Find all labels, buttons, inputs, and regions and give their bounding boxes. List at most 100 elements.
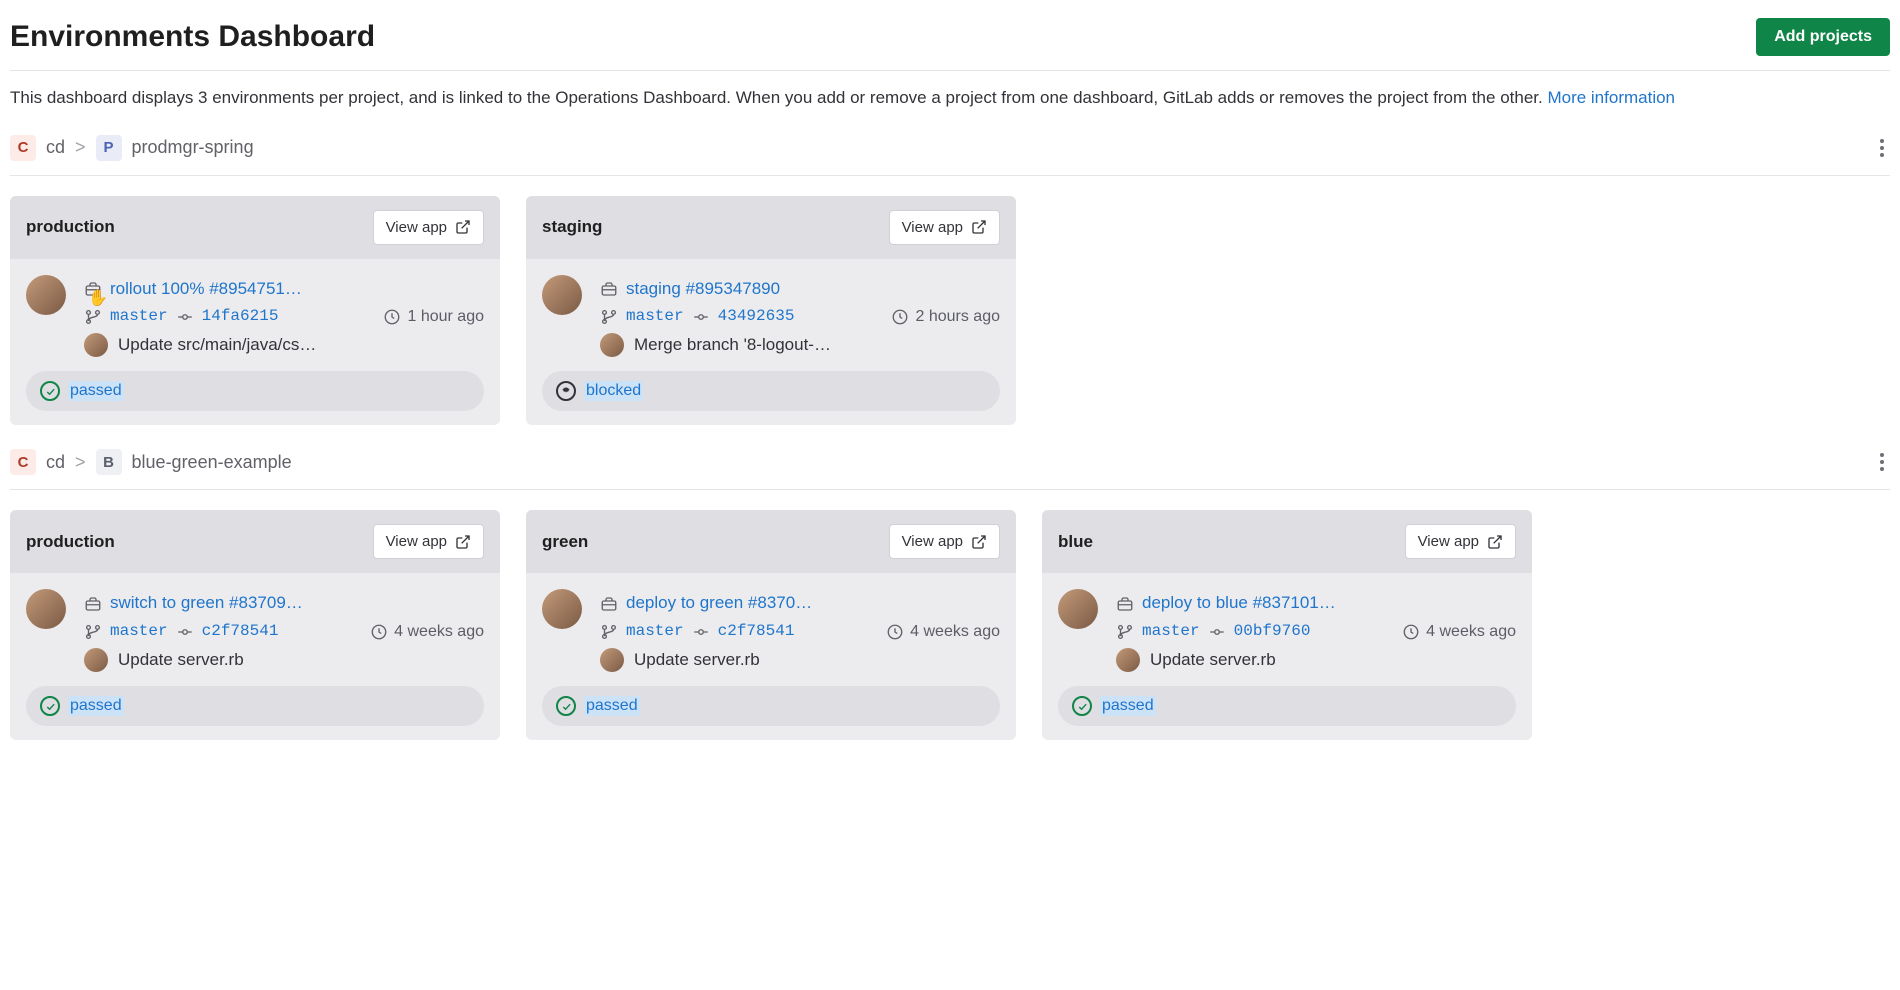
- breadcrumb[interactable]: C cd > P prodmgr-spring: [10, 135, 254, 161]
- breadcrumb-separator: >: [75, 452, 86, 473]
- project-section: C cd > B blue-green-example production V…: [10, 447, 1890, 740]
- deployer-avatar[interactable]: [1058, 589, 1098, 629]
- commit-icon: [176, 308, 194, 326]
- environment-name[interactable]: green: [542, 532, 588, 552]
- environment-name[interactable]: production: [26, 217, 115, 237]
- environment-name[interactable]: production: [26, 532, 115, 552]
- deployer-avatar[interactable]: [26, 275, 66, 315]
- view-app-label: View app: [386, 219, 447, 236]
- environment-body: deploy to green #8370… master c2f78541 4…: [526, 573, 1016, 686]
- commit-author-avatar[interactable]: [84, 648, 108, 672]
- commit-sha-link[interactable]: 43492635: [718, 303, 795, 330]
- external-link-icon: [971, 534, 987, 550]
- deployer-avatar[interactable]: [542, 589, 582, 629]
- clock-icon: [886, 623, 904, 641]
- view-app-button[interactable]: View app: [889, 210, 1000, 245]
- branch-link[interactable]: master: [626, 618, 684, 645]
- status-text: blocked: [584, 381, 643, 401]
- environment-body: switch to green #83709… master c2f78541 …: [10, 573, 500, 686]
- commit-sha-link[interactable]: 14fa6215: [202, 303, 279, 330]
- pipeline-status[interactable]: passed: [26, 686, 484, 726]
- branch-link[interactable]: master: [110, 303, 168, 330]
- deploy-info: switch to green #83709… master c2f78541 …: [84, 589, 484, 674]
- branch-link[interactable]: master: [110, 618, 168, 645]
- environment-card: staging View app staging #895347890 mast…: [526, 196, 1016, 426]
- environments-row: production View app switch to green #837…: [10, 510, 1890, 740]
- commit-message[interactable]: Update server.rb: [1150, 646, 1276, 675]
- commit-message[interactable]: Update server.rb: [118, 646, 244, 675]
- job-link[interactable]: staging #895347890: [626, 275, 780, 304]
- group-name[interactable]: cd: [46, 137, 65, 158]
- clock-icon: [370, 623, 388, 641]
- toolbox-icon: [600, 280, 618, 298]
- project-section: C cd > P prodmgr-spring production View …: [10, 133, 1890, 426]
- commit-sha-link[interactable]: c2f78541: [718, 618, 795, 645]
- time-ago: 2 hours ago: [891, 303, 1000, 330]
- environment-card: production View app rollout 100% #895475…: [10, 196, 500, 426]
- job-link[interactable]: deploy to green #8370…: [626, 589, 812, 618]
- project-menu-button[interactable]: [1874, 133, 1890, 163]
- view-app-button[interactable]: View app: [1405, 524, 1516, 559]
- deployer-avatar[interactable]: [26, 589, 66, 629]
- branch-icon: [84, 623, 102, 641]
- breadcrumb-separator: >: [75, 137, 86, 158]
- project-menu-button[interactable]: [1874, 447, 1890, 477]
- dashboard-description: This dashboard displays 3 environments p…: [10, 71, 1890, 111]
- project-avatar: B: [96, 449, 122, 475]
- group-avatar: C: [10, 449, 36, 475]
- view-app-label: View app: [386, 533, 447, 550]
- commit-author-avatar[interactable]: [600, 648, 624, 672]
- pipeline-status[interactable]: blocked: [542, 371, 1000, 411]
- environments-row: production View app rollout 100% #895475…: [10, 196, 1890, 426]
- environment-body: staging #895347890 master 43492635 2 hou…: [526, 259, 1016, 372]
- environment-card-header: production View app: [10, 196, 500, 259]
- pipeline-status[interactable]: passed: [542, 686, 1000, 726]
- toolbox-icon: [84, 280, 102, 298]
- group-name[interactable]: cd: [46, 452, 65, 473]
- environment-body: deploy to blue #837101… master 00bf9760 …: [1042, 573, 1532, 686]
- pipeline-status[interactable]: passed: [1058, 686, 1516, 726]
- environment-name[interactable]: blue: [1058, 532, 1093, 552]
- time-text: 4 weeks ago: [910, 618, 1000, 645]
- deployer-avatar[interactable]: [542, 275, 582, 315]
- project-name[interactable]: prodmgr-spring: [132, 137, 254, 158]
- deploy-info: rollout 100% #8954751… master 14fa6215 1…: [84, 275, 484, 360]
- branch-link[interactable]: master: [626, 303, 684, 330]
- clock-icon: [383, 308, 401, 326]
- commit-message[interactable]: Update src/main/java/cs…: [118, 331, 316, 360]
- job-link[interactable]: deploy to blue #837101…: [1142, 589, 1336, 618]
- environment-name[interactable]: staging: [542, 217, 602, 237]
- job-link[interactable]: rollout 100% #8954751…: [110, 275, 302, 304]
- view-app-button[interactable]: View app: [889, 524, 1000, 559]
- time-text: 4 weeks ago: [394, 618, 484, 645]
- more-information-link[interactable]: More information: [1547, 88, 1675, 107]
- commit-sha-link[interactable]: 00bf9760: [1234, 618, 1311, 645]
- clock-icon: [1402, 623, 1420, 641]
- commit-author-avatar[interactable]: [1116, 648, 1140, 672]
- environment-card-header: production View app: [10, 510, 500, 573]
- pipeline-status[interactable]: passed: [26, 371, 484, 411]
- view-app-label: View app: [902, 533, 963, 550]
- project-name[interactable]: blue-green-example: [132, 452, 292, 473]
- add-projects-button[interactable]: Add projects: [1756, 18, 1890, 56]
- commit-icon: [692, 308, 710, 326]
- branch-icon: [600, 308, 618, 326]
- job-link[interactable]: switch to green #83709…: [110, 589, 303, 618]
- view-app-button[interactable]: View app: [373, 210, 484, 245]
- time-ago: 4 weeks ago: [370, 618, 484, 645]
- view-app-button[interactable]: View app: [373, 524, 484, 559]
- time-text: 4 weeks ago: [1426, 618, 1516, 645]
- time-text: 1 hour ago: [407, 303, 484, 330]
- commit-sha-link[interactable]: c2f78541: [202, 618, 279, 645]
- view-app-label: View app: [1418, 533, 1479, 550]
- commit-message[interactable]: Update server.rb: [634, 646, 760, 675]
- commit-author-avatar[interactable]: [84, 333, 108, 357]
- time-ago: 1 hour ago: [383, 303, 484, 330]
- commit-author-avatar[interactable]: [600, 333, 624, 357]
- external-link-icon: [455, 534, 471, 550]
- environments-dashboard: Environments Dashboard Add projects This…: [10, 10, 1890, 740]
- breadcrumb[interactable]: C cd > B blue-green-example: [10, 449, 292, 475]
- environment-body: rollout 100% #8954751… master 14fa6215 1…: [10, 259, 500, 372]
- branch-link[interactable]: master: [1142, 618, 1200, 645]
- commit-message[interactable]: Merge branch '8-logout-…: [634, 331, 831, 360]
